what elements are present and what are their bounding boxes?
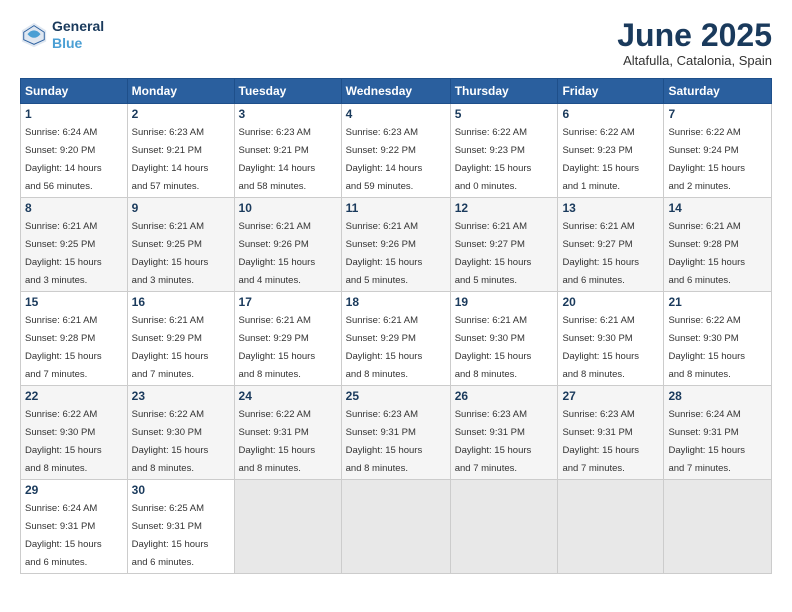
day-26: 26 Sunrise: 6:23 AMSunset: 9:31 PMDaylig… [450,386,558,480]
col-tuesday: Tuesday [234,79,341,104]
empty-3 [450,480,558,574]
day-28: 28 Sunrise: 6:24 AMSunset: 9:31 PMDaylig… [664,386,772,480]
day-4: 4 Sunrise: 6:23 AMSunset: 9:22 PMDayligh… [341,104,450,198]
empty-2 [341,480,450,574]
day-9: 9 Sunrise: 6:21 AMSunset: 9:25 PMDayligh… [127,198,234,292]
day-8: 8 Sunrise: 6:21 AMSunset: 9:25 PMDayligh… [21,198,128,292]
col-monday: Monday [127,79,234,104]
title-block: June 2025 Altafulla, Catalonia, Spain [617,18,772,68]
calendar-subtitle: Altafulla, Catalonia, Spain [617,53,772,68]
day-24: 24 Sunrise: 6:22 AMSunset: 9:31 PMDaylig… [234,386,341,480]
day-18: 18 Sunrise: 6:21 AMSunset: 9:29 PMDaylig… [341,292,450,386]
day-23: 23 Sunrise: 6:22 AMSunset: 9:30 PMDaylig… [127,386,234,480]
day-22: 22 Sunrise: 6:22 AMSunset: 9:30 PMDaylig… [21,386,128,480]
logo-line1: General [52,18,104,35]
logo-line2: Blue [52,35,82,51]
calendar-title: June 2025 [617,18,772,53]
day-30: 30 Sunrise: 6:25 AMSunset: 9:31 PMDaylig… [127,480,234,574]
day-25: 25 Sunrise: 6:23 AMSunset: 9:31 PMDaylig… [341,386,450,480]
empty-5 [664,480,772,574]
header: General Blue June 2025 Altafulla, Catalo… [20,18,772,68]
week-row-2: 8 Sunrise: 6:21 AMSunset: 9:25 PMDayligh… [21,198,772,292]
day-29: 29 Sunrise: 6:24 AMSunset: 9:31 PMDaylig… [21,480,128,574]
col-friday: Friday [558,79,664,104]
day-2: 2 Sunrise: 6:23 AMSunset: 9:21 PMDayligh… [127,104,234,198]
col-thursday: Thursday [450,79,558,104]
day-15: 15 Sunrise: 6:21 AMSunset: 9:28 PMDaylig… [21,292,128,386]
day-11: 11 Sunrise: 6:21 AMSunset: 9:26 PMDaylig… [341,198,450,292]
day-17: 17 Sunrise: 6:21 AMSunset: 9:29 PMDaylig… [234,292,341,386]
empty-4 [558,480,664,574]
logo: General Blue [20,18,104,52]
col-wednesday: Wednesday [341,79,450,104]
page: General Blue June 2025 Altafulla, Catalo… [0,0,792,612]
day-3: 3 Sunrise: 6:23 AMSunset: 9:21 PMDayligh… [234,104,341,198]
day-19: 19 Sunrise: 6:21 AMSunset: 9:30 PMDaylig… [450,292,558,386]
header-row: Sunday Monday Tuesday Wednesday Thursday… [21,79,772,104]
day-6: 6 Sunrise: 6:22 AMSunset: 9:23 PMDayligh… [558,104,664,198]
day-16: 16 Sunrise: 6:21 AMSunset: 9:29 PMDaylig… [127,292,234,386]
week-row-3: 15 Sunrise: 6:21 AMSunset: 9:28 PMDaylig… [21,292,772,386]
col-sunday: Sunday [21,79,128,104]
day-13: 13 Sunrise: 6:21 AMSunset: 9:27 PMDaylig… [558,198,664,292]
week-row-1: 1 Sunrise: 6:24 AMSunset: 9:20 PMDayligh… [21,104,772,198]
day-27: 27 Sunrise: 6:23 AMSunset: 9:31 PMDaylig… [558,386,664,480]
calendar-table: Sunday Monday Tuesday Wednesday Thursday… [20,78,772,574]
day-7: 7 Sunrise: 6:22 AMSunset: 9:24 PMDayligh… [664,104,772,198]
col-saturday: Saturday [664,79,772,104]
day-1: 1 Sunrise: 6:24 AMSunset: 9:20 PMDayligh… [21,104,128,198]
day-12: 12 Sunrise: 6:21 AMSunset: 9:27 PMDaylig… [450,198,558,292]
empty-1 [234,480,341,574]
week-row-4: 22 Sunrise: 6:22 AMSunset: 9:30 PMDaylig… [21,386,772,480]
day-20: 20 Sunrise: 6:21 AMSunset: 9:30 PMDaylig… [558,292,664,386]
day-14: 14 Sunrise: 6:21 AMSunset: 9:28 PMDaylig… [664,198,772,292]
logo-text: General Blue [52,18,104,52]
logo-icon [20,21,48,49]
day-10: 10 Sunrise: 6:21 AMSunset: 9:26 PMDaylig… [234,198,341,292]
day-5: 5 Sunrise: 6:22 AMSunset: 9:23 PMDayligh… [450,104,558,198]
day-21: 21 Sunrise: 6:22 AMSunset: 9:30 PMDaylig… [664,292,772,386]
week-row-5: 29 Sunrise: 6:24 AMSunset: 9:31 PMDaylig… [21,480,772,574]
